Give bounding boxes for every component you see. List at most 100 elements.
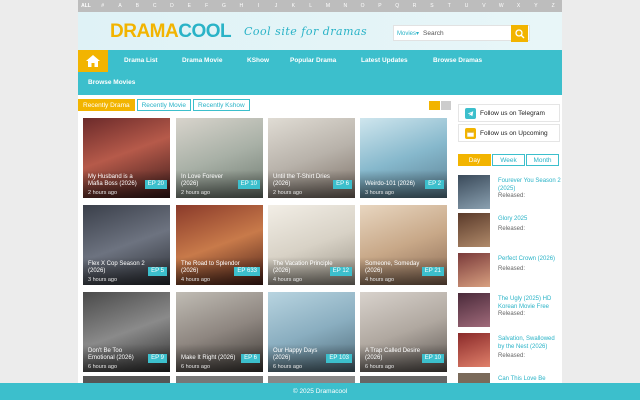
alphabet-letter[interactable]: M	[319, 3, 336, 9]
view-toggle[interactable]	[429, 101, 451, 110]
search-button[interactable]	[511, 25, 528, 42]
drama-card[interactable]: Don't Be Too Emotional (2026) 6 hours ag…	[83, 292, 170, 372]
popular-title[interactable]: Fourever You Season 2 (2025)	[498, 178, 562, 193]
episode-badge: EP 10	[237, 180, 260, 189]
alphabet-letter[interactable]: #	[94, 3, 111, 9]
alphabet-letter[interactable]: J	[267, 3, 284, 9]
drama-card[interactable]: Weirdo-101 (2026) 3 hours ago EP 2	[360, 118, 447, 198]
alphabet-letter[interactable]: N	[337, 3, 354, 9]
drama-time: 3 hours ago	[88, 277, 118, 283]
drama-title[interactable]: Until the T-Shirt Dries (2026)	[273, 174, 333, 188]
alphabet-letter[interactable]: Y	[527, 3, 544, 9]
nav-popular-drama[interactable]: Popular Drama	[290, 50, 336, 72]
alphabet-letter[interactable]: K	[285, 3, 302, 9]
popular-released: Released:	[498, 266, 526, 272]
drama-card[interactable]: My Husband is a Mafia Boss (2026) 2 hour…	[83, 118, 170, 198]
alphabet-letter[interactable]: A	[111, 3, 128, 9]
list-view-icon[interactable]	[440, 101, 451, 110]
drama-title[interactable]: The Road to Splendor (2026)	[181, 261, 241, 275]
tab-week[interactable]: Week	[492, 154, 525, 166]
tab-month[interactable]: Month	[526, 154, 559, 166]
alphabet-letter[interactable]: O	[354, 3, 371, 9]
popular-thumbnail[interactable]	[458, 333, 490, 367]
tab-recently-drama[interactable]: Recently Drama	[78, 99, 135, 111]
nav-drama-list[interactable]: Drama List	[124, 50, 158, 72]
popular-title[interactable]: The Ugly (2025) HD Korean Movie Free	[498, 296, 562, 311]
popular-title[interactable]: Perfect Crown (2026)	[498, 256, 562, 264]
alphabet-letter[interactable]: U	[458, 3, 475, 9]
alphabet-letter[interactable]: E	[181, 3, 198, 9]
drama-card[interactable]: Flex X Cop Season 2 (2026) 3 hours ago E…	[83, 205, 170, 285]
drama-title[interactable]: Flex X Cop Season 2 (2026)	[88, 261, 148, 275]
alphabet-letter[interactable]: F	[198, 3, 215, 9]
alphabet-letter[interactable]: I	[250, 3, 267, 9]
drama-title[interactable]: Make It Right (2026)	[181, 355, 241, 362]
drama-title[interactable]: My Husband is a Mafia Boss (2026)	[88, 174, 148, 188]
drama-card[interactable]: Someone, Someday (2026) 4 hours ago EP 2…	[360, 205, 447, 285]
follow-telegram-button[interactable]: Follow us on Telegram	[458, 104, 560, 122]
drama-card[interactable]: A Trap Called Desire (2026) 6 hours ago …	[360, 292, 447, 372]
drama-title[interactable]: In Love Forever (2026)	[181, 174, 241, 188]
popular-item[interactable]: Perfect Crown (2026) Released:	[458, 253, 562, 289]
alphabet-letter[interactable]: V	[475, 3, 492, 9]
alphabet-letter[interactable]: D	[163, 3, 180, 9]
alphabet-letter[interactable]: C	[146, 3, 163, 9]
alphabet-letter[interactable]: B	[129, 3, 146, 9]
popular-item[interactable]: Can This Love Be	[458, 373, 562, 383]
alphabet-all[interactable]: ALL	[78, 3, 94, 9]
popular-item[interactable]: The Ugly (2025) HD Korean Movie Free Rel…	[458, 293, 562, 329]
popular-item[interactable]: Fourever You Season 2 (2025) Released:	[458, 175, 562, 211]
popular-thumbnail[interactable]	[458, 213, 490, 247]
alphabet-letter[interactable]: P	[371, 3, 388, 9]
nav-browse-movies[interactable]: Browse Movies	[88, 72, 135, 94]
alphabet-letter[interactable]: S	[423, 3, 440, 9]
drama-title[interactable]: Don't Be Too Emotional (2026)	[88, 348, 148, 362]
nav-drama-movie[interactable]: Drama Movie	[182, 50, 222, 72]
episode-badge: EP 6	[241, 354, 260, 363]
alphabet-letter[interactable]: R	[406, 3, 423, 9]
tab-recently-movie[interactable]: Recently Movie	[136, 99, 192, 111]
drama-card[interactable]: The Road to Splendor (2026) 4 hours ago …	[176, 205, 263, 285]
search-input[interactable]	[423, 29, 511, 37]
drama-title[interactable]: The Vacation Principle (2026)	[273, 261, 333, 275]
popular-thumbnail[interactable]	[458, 253, 490, 287]
drama-time: 4 hours ago	[273, 277, 303, 283]
nav-browse-dramas[interactable]: Browse Dramas	[433, 50, 482, 72]
drama-title[interactable]: Weirdo-101 (2026)	[365, 181, 425, 188]
popular-title[interactable]: Glory 2025	[498, 216, 562, 224]
drama-card[interactable]: In Love Forever (2026) 2 hours ago EP 10	[176, 118, 263, 198]
drama-title[interactable]: Our Happy Days (2026)	[273, 348, 333, 362]
alphabet-letter[interactable]: Z	[545, 3, 562, 9]
alphabet-letter[interactable]: L	[302, 3, 319, 9]
drama-card[interactable]: The Vacation Principle (2026) 4 hours ag…	[268, 205, 355, 285]
popular-item[interactable]: Glory 2025 Released:	[458, 213, 562, 249]
popular-released: Released:	[498, 311, 526, 317]
episode-badge: EP 2	[425, 180, 444, 189]
search-scope-select[interactable]: Movies▾	[394, 30, 423, 37]
alphabet-letter[interactable]: G	[215, 3, 232, 9]
episode-badge: EP 10	[421, 354, 444, 363]
nav-kshow[interactable]: KShow	[247, 50, 269, 72]
site-logo[interactable]: DRAMACOOL	[110, 22, 232, 42]
alphabet-letter[interactable]: Q	[389, 3, 406, 9]
grid-view-icon[interactable]	[429, 101, 440, 110]
drama-title[interactable]: Someone, Someday (2026)	[365, 261, 425, 275]
popular-thumbnail[interactable]	[458, 293, 490, 327]
alphabet-letter[interactable]: W	[493, 3, 510, 9]
nav-latest-updates[interactable]: Latest Updates	[361, 50, 408, 72]
home-button[interactable]	[78, 50, 108, 72]
drama-card[interactable]: Until the T-Shirt Dries (2026) 2 hours a…	[268, 118, 355, 198]
drama-card[interactable]: Make It Right (2026) 6 hours ago EP 6	[176, 292, 263, 372]
follow-upcoming-button[interactable]: Follow us on Upcoming	[458, 124, 560, 142]
alphabet-letter[interactable]: T	[441, 3, 458, 9]
tab-recently-kshow[interactable]: Recently Kshow	[193, 99, 250, 111]
drama-title[interactable]: A Trap Called Desire (2026)	[365, 348, 425, 362]
drama-card[interactable]: Our Happy Days (2026) 6 hours ago EP 103	[268, 292, 355, 372]
popular-thumbnail[interactable]	[458, 175, 490, 209]
alphabet-letter[interactable]: H	[233, 3, 250, 9]
popular-item[interactable]: Salvation, Swallowed by the Nest (2026) …	[458, 333, 562, 369]
tab-day[interactable]: Day	[458, 154, 491, 166]
popular-thumbnail[interactable]	[458, 373, 490, 383]
popular-title[interactable]: Salvation, Swallowed by the Nest (2026)	[498, 336, 562, 351]
alphabet-letter[interactable]: X	[510, 3, 527, 9]
